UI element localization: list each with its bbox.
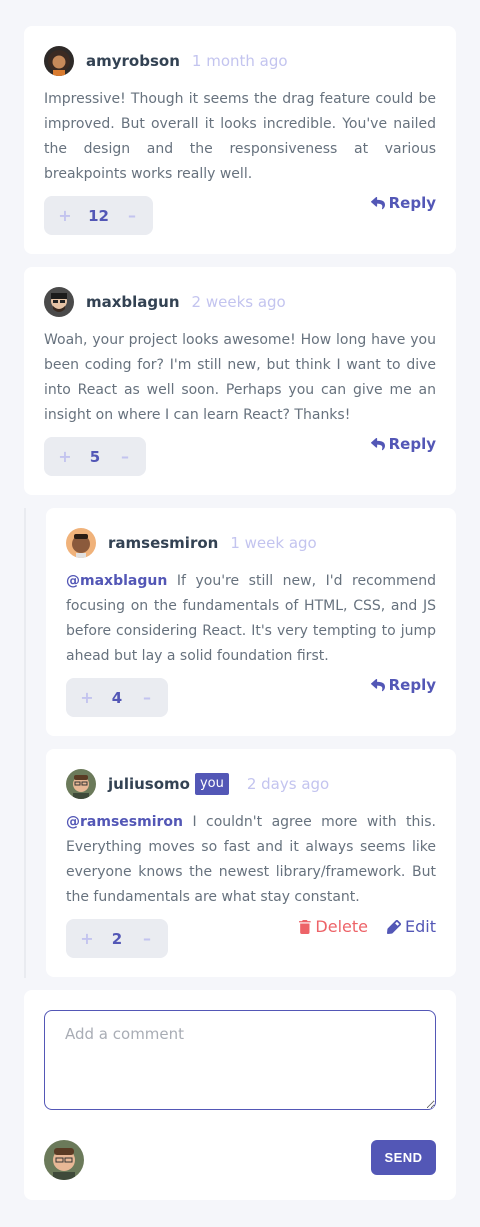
reply-label: Reply — [388, 435, 436, 453]
mention-link[interactable]: @ramsesmiron — [66, 814, 183, 830]
vote-score: 12 — [88, 206, 109, 225]
reply-card: juliusomo you 2 days ago @ramsesmiron I … — [46, 749, 456, 977]
reply-icon — [370, 196, 385, 209]
upvote-button[interactable]: + — [50, 206, 80, 225]
downvote-button[interactable]: – — [117, 206, 147, 225]
reply-label: Reply — [388, 676, 436, 694]
comment-text: @maxblagun If you're still new, I'd reco… — [66, 569, 436, 669]
comment-card: maxblagun 2 weeks ago Woah, your project… — [24, 267, 456, 495]
vote-control: + 2 – — [66, 919, 168, 958]
send-button[interactable]: SEND — [371, 1140, 436, 1175]
mention-link[interactable]: @maxblagun — [66, 573, 167, 589]
comment-text: Impressive! Though it seems the drag fea… — [44, 91, 436, 182]
reply-button[interactable]: Reply — [370, 435, 436, 453]
comment-input[interactable] — [44, 1010, 436, 1110]
delete-label: Delete — [315, 917, 368, 936]
vote-control: + 12 – — [44, 196, 153, 235]
reply-label: Reply — [388, 194, 436, 212]
timestamp: 2 weeks ago — [191, 293, 286, 311]
timestamp: 2 days ago — [246, 775, 330, 793]
comment-card: amyrobson 1 month ago Impressive! Though… — [24, 26, 456, 254]
comment-header: juliusomo you 2 days ago — [66, 768, 329, 800]
avatar — [44, 287, 74, 317]
comment-header: amyrobson 1 month ago — [44, 45, 288, 77]
vote-control: + 4 – — [66, 678, 168, 717]
comment-header: maxblagun 2 weeks ago — [44, 286, 286, 318]
vote-control: + 5 – — [44, 437, 146, 476]
current-user-avatar — [44, 1140, 84, 1180]
reply-icon — [370, 437, 385, 450]
reply-icon — [370, 678, 385, 691]
username[interactable]: amyrobson — [86, 52, 180, 70]
avatar — [66, 769, 96, 799]
downvote-button[interactable]: – — [110, 447, 140, 466]
vote-score: 4 — [111, 688, 123, 707]
vote-score: 5 — [89, 447, 101, 466]
delete-button[interactable]: Delete — [299, 917, 368, 936]
you-badge: you — [194, 773, 229, 795]
avatar — [66, 528, 96, 558]
pencil-icon — [387, 919, 402, 934]
reply-button[interactable]: Reply — [370, 676, 436, 694]
avatar — [44, 46, 74, 76]
trash-icon — [299, 919, 312, 934]
comment-header: ramsesmiron 1 week ago — [66, 527, 317, 559]
upvote-button[interactable]: + — [50, 447, 80, 466]
edit-button[interactable]: Edit — [387, 917, 436, 936]
downvote-button[interactable]: – — [132, 688, 162, 707]
comment-composer: SEND — [24, 990, 456, 1200]
downvote-button[interactable]: – — [132, 929, 162, 948]
timestamp: 1 month ago — [191, 52, 288, 70]
timestamp: 1 week ago — [230, 534, 317, 552]
edit-label: Edit — [405, 917, 436, 936]
username[interactable]: juliusomo — [108, 775, 190, 793]
username[interactable]: ramsesmiron — [108, 534, 218, 552]
reply-card: ramsesmiron 1 week ago @maxblagun If you… — [46, 508, 456, 736]
comment-text: @ramsesmiron I couldn't agree more with … — [66, 810, 436, 910]
thread-line — [24, 508, 26, 978]
comment-text: Woah, your project looks awesome! How lo… — [44, 332, 436, 423]
vote-score: 2 — [111, 929, 123, 948]
upvote-button[interactable]: + — [72, 929, 102, 948]
username[interactable]: maxblagun — [86, 293, 180, 311]
reply-button[interactable]: Reply — [370, 194, 436, 212]
upvote-button[interactable]: + — [72, 688, 102, 707]
